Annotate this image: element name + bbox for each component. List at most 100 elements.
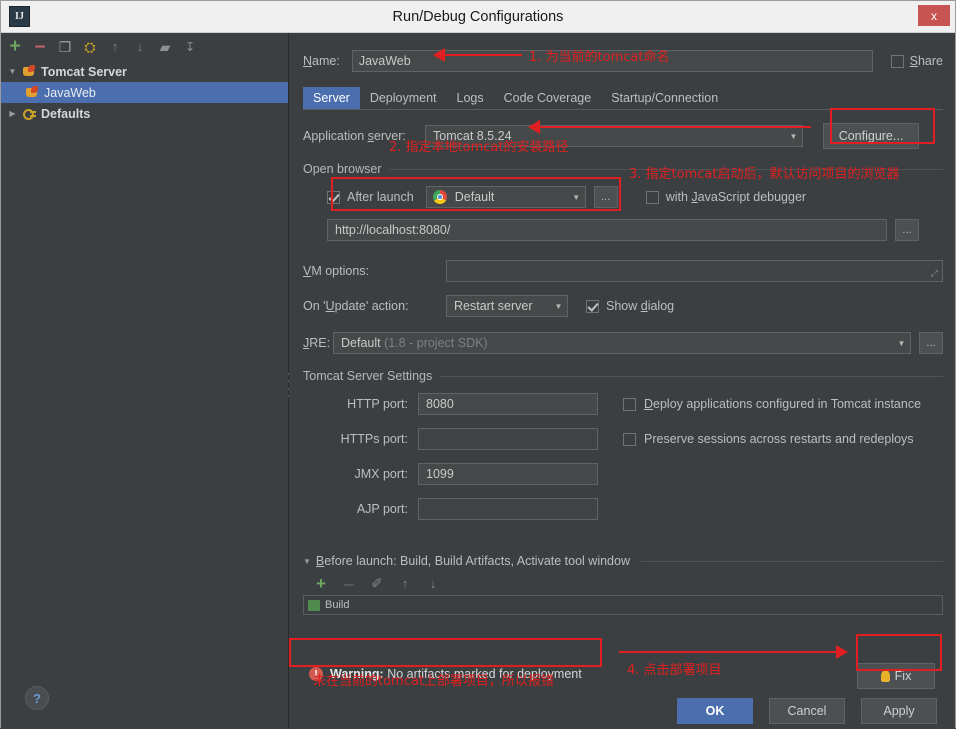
divider (641, 560, 943, 562)
ajp-port-input[interactable] (418, 498, 598, 520)
checkbox-box[interactable] (327, 190, 340, 204)
before-launch-edit-icon[interactable]: ✐ (369, 575, 385, 591)
tree-item-javaweb[interactable]: JavaWeb (1, 82, 288, 103)
before-launch-section: ▼ Before launch: Build, Build Artifacts,… (303, 554, 943, 615)
chevron-down-icon[interactable]: ▼ (893, 333, 910, 353)
jre-combo[interactable]: Default (1.8 - project SDK) ▼ (333, 332, 911, 354)
close-icon[interactable]: x (918, 5, 950, 26)
update-action-combo[interactable]: Restart server ▼ (446, 295, 568, 317)
name-row: Name: JavaWeb Share (303, 49, 943, 73)
open-browser-group-title: Open browser (303, 162, 389, 176)
help-icon[interactable]: ? (25, 686, 49, 710)
after-launch-checkbox[interactable]: After launch (327, 190, 414, 204)
http-port-row: HTTP port: 8080 Deploy applications conf… (303, 393, 943, 415)
tab-deployment[interactable]: Deployment (360, 87, 447, 109)
chevron-down-icon[interactable]: ▼ (7, 67, 18, 76)
fix-button[interactable]: Fix (857, 663, 935, 689)
checkbox-box[interactable] (645, 190, 659, 204)
chevron-down-icon[interactable]: ▼ (568, 187, 585, 207)
browser-combo[interactable]: Default ▼ (425, 186, 586, 208)
tree-item-label: JavaWeb (44, 85, 96, 100)
show-dialog-checkbox[interactable]: Show dialog (586, 299, 674, 313)
chevron-down-icon[interactable]: ▼ (550, 296, 567, 316)
browser-url-row: http://localhost:8080/ ... (303, 219, 943, 241)
javascript-debugger-checkbox[interactable]: with JavaScript debugger (645, 190, 807, 204)
url-browse-button[interactable]: ... (895, 219, 919, 241)
editor-tabs: Server Deployment Logs Code Coverage Sta… (303, 87, 943, 110)
add-configuration-icon[interactable]: + (7, 37, 23, 56)
ajp-port-label: AJP port: (356, 502, 408, 516)
expand-editor-icon[interactable]: ⤢ (931, 268, 938, 279)
chevron-down-icon[interactable]: ▼ (303, 557, 311, 566)
tab-startup-connection[interactable]: Startup/Connection (601, 87, 728, 109)
dialog-button-bar: OK Cancel Apply (677, 698, 937, 724)
share-label: Share (909, 54, 943, 68)
lightbulb-icon (880, 670, 890, 682)
remove-configuration-icon[interactable]: – (32, 37, 48, 56)
defaults-icon (22, 106, 37, 121)
move-down-icon[interactable]: ↓ (132, 39, 148, 55)
copy-configuration-icon[interactable]: ❐ (57, 39, 73, 55)
tomcat-icon (25, 85, 40, 100)
create-folder-icon[interactable]: ▰ (157, 39, 173, 55)
name-input-value: JavaWeb (358, 54, 411, 68)
ok-button[interactable]: OK (677, 698, 753, 724)
tomcat-server-settings-title: Tomcat Server Settings (303, 369, 440, 383)
share-checkbox[interactable]: Share (890, 54, 943, 68)
configuration-editor: Name: JavaWeb Share Server Deployment Lo… (289, 33, 955, 729)
javascript-debugger-label: with JavaScript debugger (665, 190, 807, 204)
browser-browse-button[interactable]: ... (593, 186, 618, 208)
ajp-port-row: AJP port: (303, 498, 943, 520)
jmx-port-value: 1099 (426, 467, 454, 481)
application-server-combo[interactable]: Tomcat 8.5.24 ▼ (425, 125, 803, 147)
cancel-button[interactable]: Cancel (769, 698, 845, 724)
tab-logs[interactable]: Logs (447, 87, 494, 109)
sort-configurations-icon[interactable]: ↧ (182, 39, 198, 55)
checkbox-box[interactable] (890, 54, 904, 68)
checkbox-box[interactable] (623, 397, 636, 411)
http-port-input[interactable]: 8080 (418, 393, 598, 415)
run-debug-configurations-dialog: IJ Run/Debug Configurations x + – ❐ ⛭ ↑ … (0, 0, 956, 729)
https-port-input[interactable] (418, 428, 598, 450)
jre-label: JRE: (303, 336, 331, 350)
checkbox-box[interactable] (586, 299, 599, 313)
show-dialog-label: Show dialog (606, 299, 675, 313)
configure-button[interactable]: Configure... (823, 123, 919, 149)
browser-value: Default (454, 190, 495, 204)
deploy-applications-checkbox[interactable]: Deploy applications configured in Tomcat… (623, 397, 921, 411)
before-launch-add-icon[interactable]: + (313, 575, 329, 592)
tab-code-coverage[interactable]: Code Coverage (494, 87, 602, 109)
before-launch-up-icon[interactable]: ↑ (397, 575, 413, 591)
jre-browse-button[interactable]: ... (919, 332, 943, 354)
jmx-port-input[interactable]: 1099 (418, 463, 598, 485)
chevron-down-icon[interactable]: ▼ (785, 126, 802, 146)
chrome-icon (432, 190, 447, 204)
before-launch-header[interactable]: ▼ Before launch: Build, Build Artifacts,… (303, 554, 943, 568)
name-input[interactable]: JavaWeb (351, 50, 873, 72)
tomcat-server-settings-group: Tomcat Server Settings HTTP port: 8080 D… (303, 369, 943, 520)
server-tab-panel: Application server: Tomcat 8.5.24 ▼ Conf… (303, 123, 943, 615)
chevron-right-icon[interactable]: ▶ (7, 109, 18, 118)
apply-button[interactable]: Apply (861, 698, 937, 724)
browser-url-value: http://localhost:8080/ (335, 223, 451, 237)
preserve-sessions-checkbox[interactable]: Preserve sessions across restarts and re… (623, 432, 914, 446)
vm-options-input[interactable]: ⤢ (446, 260, 943, 282)
tab-server[interactable]: Server (303, 87, 360, 109)
build-icon (308, 599, 320, 611)
edit-templates-icon[interactable]: ⛭ (82, 39, 98, 55)
application-server-label: Application server: (303, 129, 406, 143)
tree-item-tomcat-server[interactable]: ▼ Tomcat Server (1, 61, 288, 82)
checkbox-box[interactable] (623, 432, 636, 446)
jmx-port-row: JMX port: 1099 (303, 463, 943, 485)
warning-icon: ! (309, 667, 323, 681)
intellij-idea-icon: IJ (9, 6, 30, 27)
move-up-icon[interactable]: ↑ (107, 39, 123, 55)
browser-url-input[interactable]: http://localhost:8080/ (327, 219, 887, 241)
configurations-tree: ▼ Tomcat Server JavaWeb ▶ Defaults (1, 60, 288, 729)
deploy-applications-label: Deploy applications configured in Tomcat… (644, 397, 922, 411)
configurations-panel: + – ❐ ⛭ ↑ ↓ ▰ ↧ ▼ Tomcat Server JavaWeb (1, 33, 290, 729)
before-launch-list[interactable]: Build (303, 595, 943, 615)
before-launch-down-icon[interactable]: ↓ (425, 575, 441, 591)
before-launch-remove-icon[interactable]: – (341, 575, 357, 592)
tree-item-defaults[interactable]: ▶ Defaults (1, 103, 288, 124)
